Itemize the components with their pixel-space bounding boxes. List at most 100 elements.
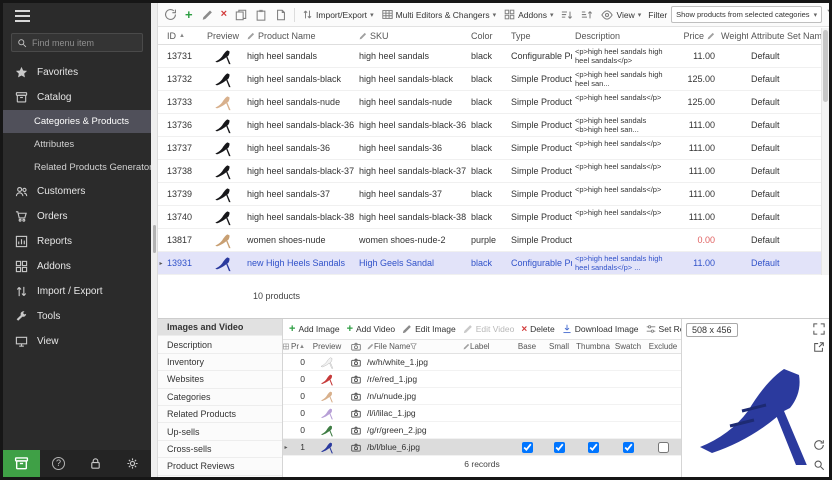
set-resize-rule-button[interactable]: Set Resize Rule ▾ — [646, 324, 681, 334]
image-row[interactable]: 0/g/r/green_2.jpg — [283, 422, 681, 439]
column-header-exclude[interactable]: Exclude — [645, 342, 681, 351]
help-button[interactable]: ? — [52, 457, 65, 470]
edit-image-button[interactable]: Edit Image — [402, 324, 456, 334]
panel-splitter[interactable] — [151, 3, 158, 477]
download-image-button[interactable]: Download Image — [562, 324, 639, 334]
column-header-preview[interactable]: Preview — [307, 342, 347, 351]
sidebar-item-orders[interactable]: Orders — [3, 204, 151, 229]
exclude-checkbox[interactable] — [658, 442, 669, 453]
thumbnail-checkbox[interactable] — [588, 442, 599, 453]
sidebar-item-view[interactable]: View — [3, 329, 151, 354]
swatch-checkbox[interactable] — [623, 442, 634, 453]
product-row[interactable]: 13733high heel sandals-nudehigh heel san… — [158, 91, 821, 114]
column-header-product-name[interactable]: Product Name — [244, 31, 356, 41]
column-header-label[interactable]: Label — [461, 342, 511, 351]
column-header-id[interactable]: ID ▲ — [164, 31, 202, 41]
sidebar-item-tools[interactable]: Tools — [3, 304, 151, 329]
sidebar-subitem-categories-products[interactable]: Categories & Products — [3, 110, 151, 133]
column-header-file-name[interactable]: File Name — [365, 342, 461, 351]
fullscreen-icon[interactable] — [813, 323, 825, 335]
sidebar-subitem-related-products-generator[interactable]: Related Products Generator — [3, 156, 151, 179]
edit-product-button[interactable] — [198, 5, 216, 25]
add-image-button[interactable]: + Add Image — [289, 323, 340, 335]
product-row[interactable]: 13731high heel sandalshigh heel sandalsb… — [158, 45, 821, 68]
product-row[interactable]: 13738high heel sandals-black-37high heel… — [158, 160, 821, 183]
tab-up-sells[interactable]: Up-sells — [158, 423, 282, 440]
column-header-price[interactable]: Price — [676, 31, 718, 41]
product-row[interactable]: 13732high heel sandals-blackhigh heel sa… — [158, 68, 821, 91]
image-row[interactable]: 0/n/u/nude.jpg — [283, 388, 681, 405]
sidebar-item-import-export[interactable]: Import / Export — [3, 279, 151, 304]
addons-menu[interactable]: Addons ▾ — [501, 5, 556, 25]
column-header-thumbnail[interactable]: Thumbna — [575, 342, 611, 351]
sidebar-item-customers[interactable]: Customers — [3, 179, 151, 204]
lock-icon[interactable] — [89, 457, 102, 470]
sort-descending-button[interactable] — [578, 5, 596, 25]
column-header-description[interactable]: Description — [572, 31, 676, 41]
open-external-icon[interactable] — [813, 341, 825, 353]
filters-menu[interactable]: Filters ▾ — [824, 5, 829, 25]
zoom-icon[interactable] — [813, 459, 825, 471]
refresh-button[interactable] — [161, 5, 180, 25]
tab-related-products[interactable]: Related Products — [158, 406, 282, 423]
image-row[interactable]: 0/l/i/lilac_1.jpg — [283, 405, 681, 422]
column-header-swatch[interactable]: Swatch — [611, 342, 645, 351]
tab-categories[interactable]: Categories — [158, 389, 282, 406]
import-export-menu[interactable]: Import/Export ▾ — [299, 5, 377, 25]
menu-hamburger-button[interactable] — [3, 3, 151, 29]
sidebar-item-addons[interactable]: Addons — [3, 254, 151, 279]
small-checkbox[interactable] — [554, 442, 565, 453]
sidebar-item-catalog[interactable]: Catalog — [3, 85, 151, 110]
column-header-priority[interactable]: Pr ▲ — [289, 342, 307, 351]
tab-description[interactable]: Description — [158, 336, 282, 353]
product-row[interactable]: 13739high heel sandals-37high heel sanda… — [158, 183, 821, 206]
rotate-icon[interactable] — [813, 439, 825, 451]
column-header-attribute-set[interactable]: Attribute Set Name — [748, 31, 821, 41]
product-row[interactable]: 13737high heel sandals-36high heel sanda… — [158, 137, 821, 160]
multi-editors-menu[interactable]: Multi Editors & Changers ▾ — [379, 5, 500, 25]
tab-inventory[interactable]: Inventory — [158, 354, 282, 371]
column-header-type[interactable]: Type — [508, 31, 572, 41]
dimensions-input[interactable]: 508 x 456 — [686, 323, 738, 337]
base-checkbox[interactable] — [522, 442, 533, 453]
delete-image-button[interactable]: × Delete — [521, 324, 554, 335]
category-filter-select[interactable]: Show products from selected categories ▾ — [671, 6, 822, 23]
duplicate-button[interactable] — [272, 5, 290, 25]
store-button[interactable] — [3, 450, 40, 477]
image-row[interactable]: ▸1/b/l/blue_6.jpg — [283, 439, 681, 456]
chevron-down-icon: ▾ — [638, 11, 642, 19]
copy-button[interactable] — [232, 5, 250, 25]
column-header-media-type[interactable] — [347, 342, 365, 351]
image-row[interactable]: 0/r/e/red_1.jpg — [283, 371, 681, 388]
column-header-sku[interactable]: SKU — [356, 31, 468, 41]
product-row[interactable]: ▸13931new High Heels SandalsHigh Geels S… — [158, 252, 821, 275]
column-header-base[interactable]: Base — [511, 342, 543, 351]
sidebar-item-reports[interactable]: Reports — [3, 229, 151, 254]
image-row[interactable]: 0/w/h/white_1.jpg — [283, 354, 681, 371]
menu-search-input[interactable] — [32, 38, 137, 48]
sidebar-item-favorites[interactable]: Favorites — [3, 60, 151, 85]
sort-ascending-button[interactable] — [558, 5, 576, 25]
product-row[interactable]: 13736high heel sandals-black-36high heel… — [158, 114, 821, 137]
add-product-button[interactable]: + — [182, 5, 196, 25]
scrollbar-thumb[interactable] — [823, 30, 828, 102]
delete-product-button[interactable]: × — [218, 5, 230, 25]
view-menu[interactable]: View ▾ — [598, 5, 644, 25]
tab-product-reviews[interactable]: Product Reviews — [158, 458, 282, 475]
tab-images-and-video[interactable]: Images and Video — [158, 319, 282, 336]
paste-button[interactable] — [252, 5, 270, 25]
tab-websites[interactable]: Websites — [158, 371, 282, 388]
grid-vertical-scrollbar[interactable] — [821, 28, 829, 275]
column-header-preview[interactable]: Preview — [202, 31, 244, 41]
add-video-button[interactable]: + Add Video — [347, 323, 396, 335]
column-header-color[interactable]: Color — [468, 31, 508, 41]
column-header-small[interactable]: Small — [543, 342, 575, 351]
product-row[interactable]: 13740high heel sandals-black-38high heel… — [158, 206, 821, 229]
sidebar-subitem-attributes[interactable]: Attributes — [3, 133, 151, 156]
splitter-handle[interactable] — [153, 225, 156, 253]
edit-video-button[interactable]: Edit Video — [463, 324, 515, 334]
gear-icon[interactable] — [126, 457, 139, 470]
product-row[interactable]: 13817women shoes-nudewomen shoes-nude-2p… — [158, 229, 821, 252]
column-header-weight[interactable]: Weight — [718, 31, 748, 41]
tab-cross-sells[interactable]: Cross-sells — [158, 441, 282, 458]
